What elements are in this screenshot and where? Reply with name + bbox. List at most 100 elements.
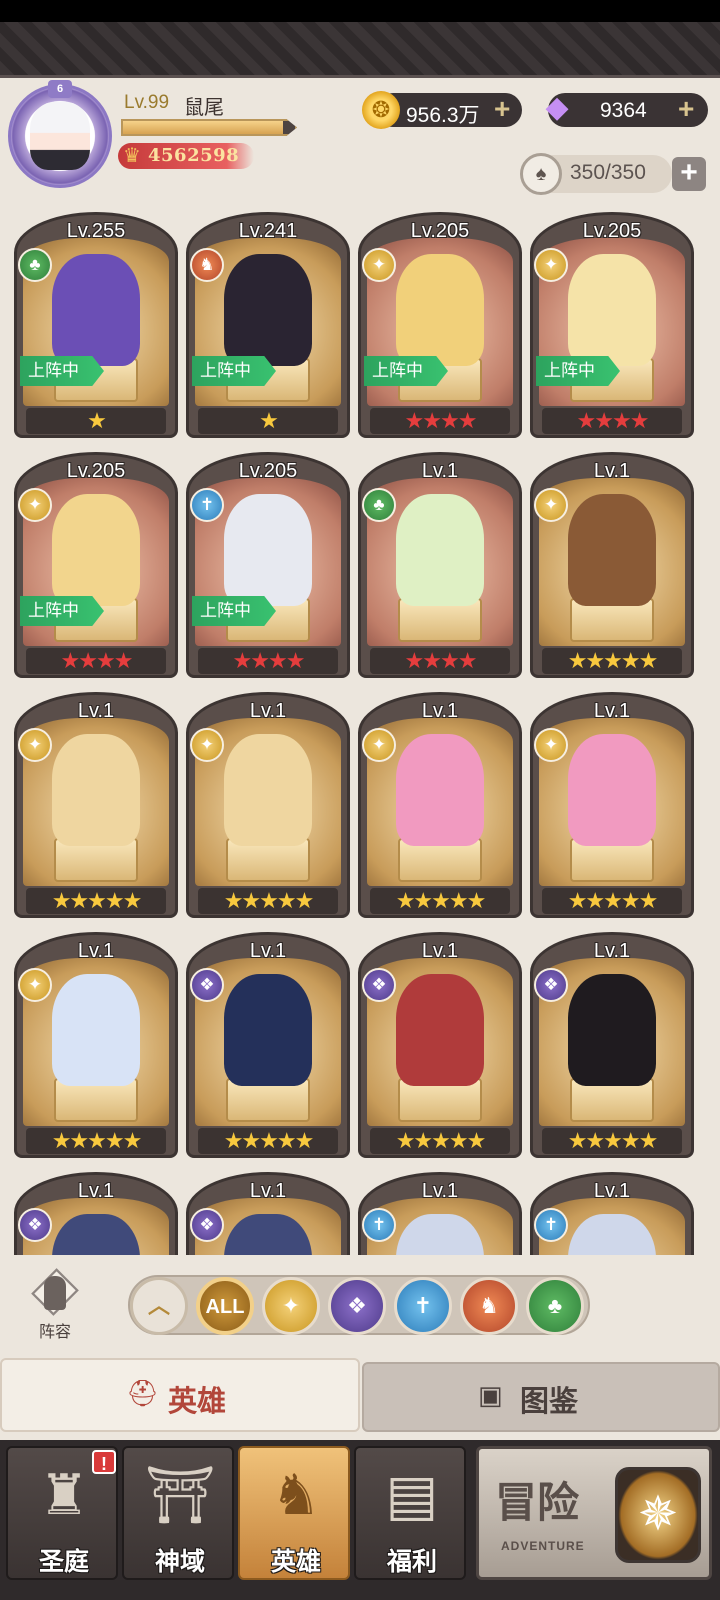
filter-holy-button[interactable]: ✝ [394,1277,452,1335]
hero-card[interactable]: Lv.1 ❖ ★★★★★ [358,932,522,1158]
adventure-title: 冒险 [495,1478,580,1527]
nav-sanctuary-label: 圣庭 [38,1548,89,1576]
star-rating: ★ [198,408,338,434]
hero-level: Lv.1 [249,1180,287,1202]
dark-faction-icon: ❖ [362,968,396,1002]
nav-welfare-label: 福利 [386,1548,437,1576]
dark-faction-icon: ❖ [190,1208,224,1242]
hero-level: Lv.205 [582,220,642,242]
hero-card[interactable]: Lv.205 ✝ 上阵中 ★★★★ [186,452,350,678]
portal-icon: ⛩ [144,1463,216,1526]
formation-button[interactable]: 阵容 [22,1268,88,1341]
hero-grid: Lv.255 ♣ 上阵中 ★ Lv.241 ♞ 上阵中 ★ Lv.205 ✦ 上… [14,212,710,1255]
helmet-icon: ⛑ [126,1378,160,1408]
star-rating: ★★★★★ [370,888,510,914]
dark-faction-icon: ❖ [18,1208,52,1242]
tab-heroes-label: 英雄 [168,1386,227,1418]
treasure-chest-icon: ▤ [385,1463,439,1526]
gem-value: 9364 [600,99,647,122]
helmet-icon: ♞ [270,1463,322,1526]
star-rating: ★★★★ [370,648,510,674]
tab-heroes[interactable]: ⛑ 英雄 [0,1358,360,1432]
nature-faction-icon: ♣ [362,488,396,522]
adventure-button[interactable]: 冒险 ADVENTURE ✵ [476,1446,712,1580]
stamina-value: 350/350 [570,161,646,184]
gem-icon: ◆ [545,91,569,124]
hero-card[interactable]: Lv.1 ♣ ★★★★ [358,452,522,678]
light-faction-icon: ✦ [18,728,52,762]
nav-sanctuary[interactable]: ♜ ! 圣庭 [6,1446,118,1580]
hero-card[interactable]: Lv.1 ❖ ★★★★★ [186,932,350,1158]
gem-add-button[interactable]: + [678,94,694,124]
gold-add-button[interactable]: + [494,94,510,124]
hero-level: Lv.1 [593,940,631,962]
nav-divine-realm[interactable]: ⛩ 神域 [122,1446,234,1580]
hero-sprite [52,494,140,606]
hero-card[interactable]: Lv.1 ✦ ★★★★★ [358,692,522,918]
hero-level: Lv.1 [249,700,287,722]
hero-level: Lv.1 [421,1180,459,1202]
beast-faction-icon: ♞ [190,248,224,282]
hero-sprite [568,734,656,846]
filter-beast-button[interactable]: ♞ [460,1277,518,1335]
status-bar [0,0,720,22]
stamina-add-button[interactable]: + [672,157,706,191]
hero-sprite [224,734,312,846]
hero-card[interactable]: Lv.1 ❖ [14,1172,178,1255]
hero-card[interactable]: Lv.1 ❖ [186,1172,350,1255]
gold-value: 956.3万 [406,104,480,127]
hero-sprite [224,254,312,366]
deployed-tag: 上阵中 [364,356,448,386]
hero-card[interactable]: Lv.1 ✦ ★★★★★ [186,692,350,918]
player-avatar[interactable]: 6 [8,80,114,188]
player-level: Lv.99 [124,92,170,113]
filter-all-button[interactable]: ALL [196,1277,254,1335]
hero-card[interactable]: Lv.241 ♞ 上阵中 ★ [186,212,350,438]
hero-level: Lv.205 [410,220,470,242]
hero-card[interactable]: Lv.1 ✦ ★★★★★ [530,452,694,678]
filter-light-button[interactable]: ✦ [262,1277,320,1335]
hero-card[interactable]: Lv.1 ✦ ★★★★★ [530,692,694,918]
star-rating: ★ [26,408,166,434]
hero-level: Lv.1 [421,700,459,722]
light-faction-icon: ✦ [190,728,224,762]
hero-card[interactable]: Lv.1 ✦ ★★★★★ [14,932,178,1158]
hero-card[interactable]: Lv.1 ❖ ★★★★★ [530,932,694,1158]
holy-faction-icon: ✝ [190,488,224,522]
formation-label: 阵容 [38,1324,71,1341]
dark-faction-icon: ❖ [534,968,568,1002]
nav-heroes[interactable]: ♞ 英雄 [238,1446,350,1580]
hero-card[interactable]: Lv.205 ✦ 上阵中 ★★★★ [358,212,522,438]
star-rating: ★★★★ [198,648,338,674]
star-rating: ★★★★★ [26,1128,166,1154]
hero-sprite [396,974,484,1086]
light-faction-icon: ✦ [534,728,568,762]
avatar-badge: 6 [48,80,72,98]
hero-level: Lv.205 [66,460,126,482]
hero-card[interactable]: Lv.205 ✦ 上阵中 ★★★★ [14,452,178,678]
hero-level: Lv.1 [421,940,459,962]
hero-sprite [224,494,312,606]
star-rating: ★★★★ [370,408,510,434]
hero-level: Lv.1 [593,700,631,722]
hero-sprite [396,254,484,366]
hero-card[interactable]: Lv.1 ✝ [530,1172,694,1255]
hero-level: Lv.1 [77,1180,115,1202]
hero-level: Lv.241 [238,220,298,242]
filter-sort-icon[interactable]: ︿ [130,1277,188,1335]
tab-codex[interactable]: ▣ 图鉴 [362,1362,720,1432]
star-rating: ★★★★ [26,648,166,674]
hero-card[interactable]: Lv.255 ♣ 上阵中 ★ [14,212,178,438]
hero-card[interactable]: Lv.1 ✝ [358,1172,522,1255]
hero-card[interactable]: Lv.205 ✦ 上阵中 ★★★★ [530,212,694,438]
deployed-tag: 上阵中 [192,356,276,386]
filter-nature-button[interactable]: ♣ [526,1277,584,1335]
hero-sprite [396,494,484,606]
nav-welfare[interactable]: ▤ 福利 [354,1446,466,1580]
hero-card[interactable]: Lv.1 ✦ ★★★★★ [14,692,178,918]
hero-level: Lv.1 [249,940,287,962]
chess-pawn-icon [44,1276,66,1310]
hero-sprite [224,974,312,1086]
star-rating: ★★★★★ [542,648,682,674]
filter-dark-button[interactable]: ❖ [328,1277,386,1335]
